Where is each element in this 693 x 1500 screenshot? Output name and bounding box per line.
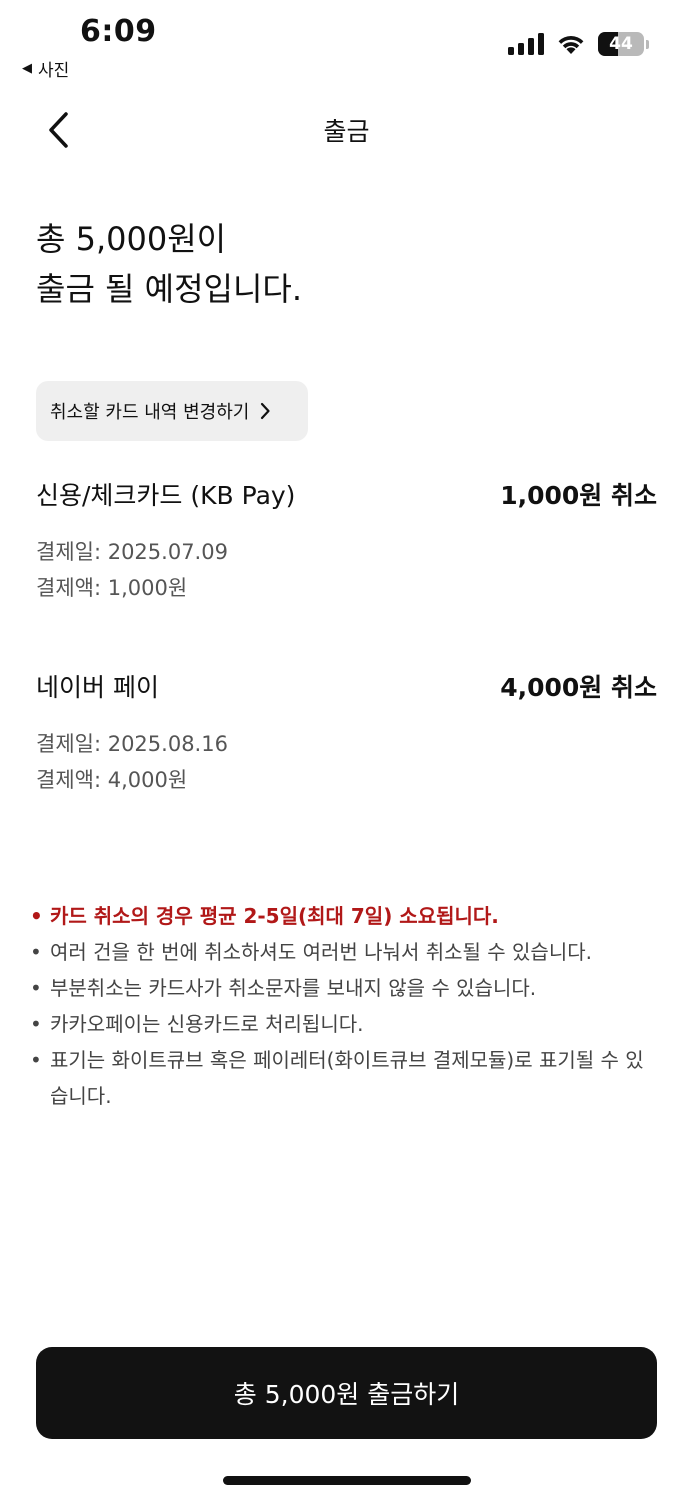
back-triangle-icon: ◀ xyxy=(22,61,32,76)
status-back-link[interactable]: ◀ 사진 xyxy=(22,56,69,81)
payment-paid-amount: 결제액: 4,000원 xyxy=(36,768,188,792)
headline-line-2: 출금 될 예정입니다. xyxy=(36,270,303,308)
battery-percent: 44 xyxy=(609,34,633,54)
payment-item-kbpay: 신용/체크카드 (KB Pay) 1,000원 취소 결제일: 2025.07.… xyxy=(36,476,657,606)
notice-item: • 카카오페이는 신용카드로 처리됩니다. xyxy=(30,1012,364,1036)
withdrawal-headline: 총 5,000원이 출금 될 예정입니다. xyxy=(36,214,302,314)
payment-cancel-amount: 4,000원 취소 xyxy=(500,673,657,702)
headline-line-1: 총 5,000원이 xyxy=(36,220,227,258)
notice-item: • 부분취소는 카드사가 취소문자를 보내지 않을 수 있습니다. xyxy=(30,976,537,1000)
home-indicator xyxy=(223,1476,471,1485)
notice-item: • 여러 건을 한 번에 취소하셔도 여러번 나눠서 취소될 수 있습니다. xyxy=(30,940,592,964)
payment-paid-amount: 결제액: 1,000원 xyxy=(36,576,188,600)
payment-date: 결제일: 2025.07.09 xyxy=(36,540,228,564)
chevron-right-icon xyxy=(261,402,270,420)
change-card-label: 취소할 카드 내역 변경하기 xyxy=(50,402,250,423)
payment-name: 신용/체크카드 (KB Pay) xyxy=(36,481,296,510)
notice-item: • 표기는 화이트큐브 혹은 페이레터(화이트큐브 결제모듈)로 표기될 수 있습… xyxy=(30,1048,644,1108)
cellular-signal-icon xyxy=(508,33,544,55)
battery-icon: 44 xyxy=(598,32,644,56)
notice-item-warning: • 카드 취소의 경우 평균 2-5일(최대 7일) 소요됩니다. xyxy=(30,904,499,928)
payment-cancel-amount: 1,000원 취소 xyxy=(500,481,657,510)
payment-name: 네이버 페이 xyxy=(36,673,159,702)
wifi-icon xyxy=(558,36,584,54)
status-time: 6:09 xyxy=(80,14,157,49)
status-back-label: 사진 xyxy=(38,61,70,81)
page-title: 출금 xyxy=(323,117,370,146)
withdraw-button[interactable]: 총 5,000원 출금하기 xyxy=(36,1347,657,1439)
payment-item-naverpay: 네이버 페이 4,000원 취소 결제일: 2025.08.16 결제액: 4,… xyxy=(36,668,657,798)
payment-date: 결제일: 2025.08.16 xyxy=(36,732,228,756)
notice-list: • 카드 취소의 경우 평균 2-5일(최대 7일) 소요됩니다. • 여러 건을 … xyxy=(30,898,653,1114)
status-icons: 44 xyxy=(508,32,649,56)
change-card-button[interactable]: 취소할 카드 내역 변경하기 xyxy=(36,381,308,441)
